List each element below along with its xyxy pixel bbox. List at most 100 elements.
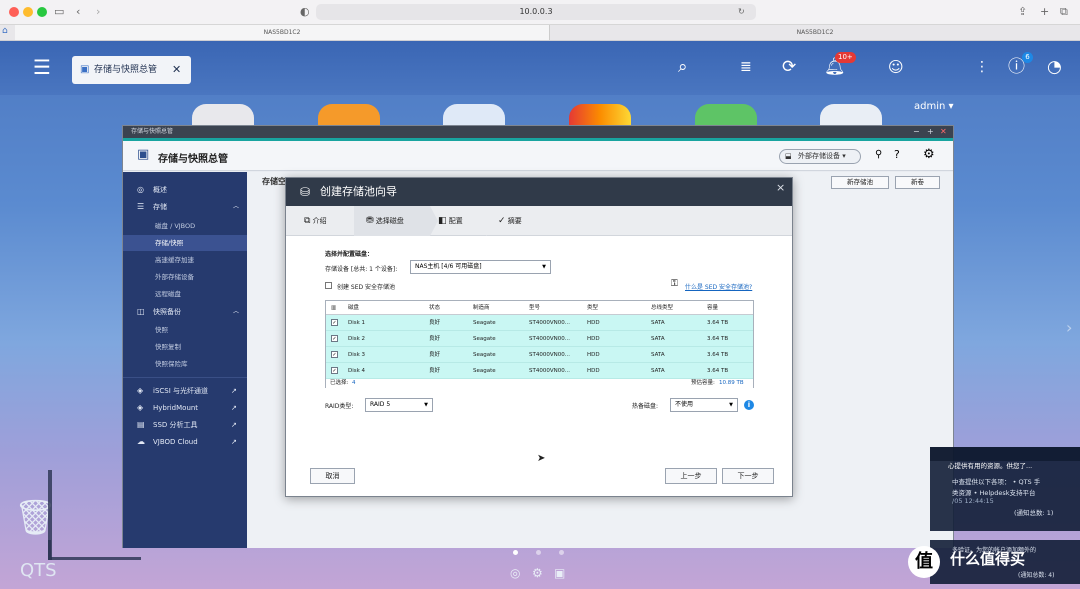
chevron-up-icon[interactable]: ︿ xyxy=(233,304,239,320)
window-close-icon[interactable]: ✕ xyxy=(940,126,947,138)
search-tools-icon[interactable]: ⚲ xyxy=(875,149,882,160)
close-window-dot[interactable] xyxy=(9,7,19,17)
background-tasks-icon[interactable]: ≣ xyxy=(740,55,752,79)
sidebar-item-snapshot-replica[interactable]: 快照复制 xyxy=(123,339,247,355)
sidebar-item-iscsi[interactable]: ◈ iSCSI 与光纤通道 ↗ xyxy=(123,383,247,399)
sidebar-item-cache[interactable]: 高速缓存加速 xyxy=(123,252,247,268)
external-link-icon[interactable]: ↗ xyxy=(231,434,237,450)
previous-button[interactable]: 上一步 xyxy=(665,468,717,484)
sidebar-toggle-icon[interactable]: ▭ xyxy=(54,4,64,20)
dropdown-arrow-icon: ▼ xyxy=(424,402,428,408)
share-icon[interactable]: ⇪ xyxy=(1018,4,1027,20)
info-icon[interactable]: i xyxy=(744,400,754,410)
close-app-tab-icon[interactable]: ✕ xyxy=(172,56,181,84)
page-dot-active[interactable] xyxy=(513,550,518,555)
table-row[interactable]: ✓ Disk 2 良好 Seagate ST4000VN00... HDD SATA 3.64… xyxy=(326,331,753,347)
step-arrow xyxy=(486,206,494,236)
dashboard-icon[interactable]: ◔ xyxy=(1047,55,1062,79)
sed-checkbox[interactable] xyxy=(325,282,332,289)
select-all-icon[interactable]: ▥ xyxy=(331,301,336,315)
step-label: 介绍 xyxy=(312,217,327,225)
dock-tools-icon[interactable]: ⚙ xyxy=(532,566,543,580)
sync-icon[interactable]: ⟳ xyxy=(782,55,796,79)
row-checkbox[interactable]: ✓ xyxy=(331,351,338,358)
settings-gear-icon[interactable]: ⚙ xyxy=(923,147,935,162)
table-cell: Seagate xyxy=(473,320,496,326)
address-bar[interactable]: 10.0.0.3 xyxy=(316,4,756,20)
external-link-icon[interactable]: ↗ xyxy=(231,383,237,399)
reload-icon[interactable]: ↻ xyxy=(738,4,745,20)
more-options-icon[interactable]: ⋮ xyxy=(975,55,989,79)
sidebar-item-storage[interactable]: ☰ 存储 ︿ xyxy=(123,199,247,215)
row-checkbox[interactable]: ✓ xyxy=(331,367,338,374)
wizard-close-icon[interactable]: × xyxy=(776,178,785,198)
notification-panel[interactable]: 心提供有用的资源。供您了... 中查提供以下各项： • QTS 手 类资源 • … xyxy=(930,447,1080,531)
table-cell: SATA xyxy=(651,320,665,326)
home-icon[interactable]: ⌂ xyxy=(2,26,8,36)
maximize-icon[interactable]: + xyxy=(927,126,934,138)
table-cell: 良好 xyxy=(429,352,441,358)
sidebar-item-overview[interactable]: ◎ 概述 xyxy=(123,182,247,198)
dock-apps-icon[interactable]: ▣ xyxy=(554,566,565,580)
sed-help-link[interactable]: 什么是 SED 安全存储池? xyxy=(685,282,752,291)
sidebar-item-snapshots[interactable]: 快照 xyxy=(123,322,247,338)
browser-tab-1[interactable]: NAS5BD1C2 xyxy=(15,25,550,40)
sidebar-item-external[interactable]: 外部存储设备 xyxy=(123,269,247,285)
sidebar-item-hybridmount[interactable]: ◈ HybridMount ↗ xyxy=(123,400,247,416)
content-title: 存储空 xyxy=(262,177,286,186)
external-link-icon[interactable]: ↗ xyxy=(231,400,237,416)
notification-total: (通知总数: 1) xyxy=(1014,509,1054,517)
minimize-window-dot[interactable] xyxy=(23,7,33,17)
sidebar-item-snapshot-vault[interactable]: 快照保险库 xyxy=(123,356,247,372)
next-page-arrow-icon[interactable]: › xyxy=(1066,318,1072,337)
user-avatar-icon[interactable]: ☺ xyxy=(888,55,904,79)
table-cell: 良好 xyxy=(429,336,441,342)
qts-top-bar: ☰ ▣ 存储与快照总管 ✕ ⌕ ≣ ⟳ 🔔︎ ☺ admin ▾ ⋮ ⓘ ◔ xyxy=(0,41,1080,112)
sidebar-item-vjbod-cloud[interactable]: ☁ VJBOD Cloud ↗ xyxy=(123,434,247,450)
next-button[interactable]: 下一步 xyxy=(722,468,774,484)
user-menu[interactable]: admin ▾ xyxy=(914,101,954,112)
sidebar-item-snapshot-backup[interactable]: ◫ 快照备份 ︿ xyxy=(123,304,247,320)
page-dot[interactable] xyxy=(536,550,541,555)
raid-select[interactable]: RAID 5 ▼ xyxy=(365,398,433,412)
app-tab-storage[interactable]: ▣ 存储与快照总管 ✕ xyxy=(72,56,191,84)
tab-overview-icon[interactable]: ⧉ xyxy=(1060,4,1068,20)
table-row[interactable]: ✓ Disk 4 良好 Seagate ST4000VN00... HDD SATA 3.64… xyxy=(326,363,753,379)
wizard-title: 创建存储池向导 xyxy=(320,185,397,198)
help-icon[interactable]: ? xyxy=(894,148,900,161)
hotspare-label: 热备磁盘: xyxy=(632,403,659,410)
watermark-logo: 值 xyxy=(908,546,940,578)
back-icon[interactable]: ‹ xyxy=(76,4,80,20)
sidebar-label: 快照保险库 xyxy=(155,360,188,368)
new-tab-icon[interactable]: + xyxy=(1040,4,1049,20)
sidebar-item-remote-disk[interactable]: 远程磁盘 xyxy=(123,286,247,302)
cancel-button[interactable]: 取消 xyxy=(310,468,355,484)
selected-label: 已选择: xyxy=(330,380,349,386)
sidebar-item-storage-snapshots[interactable]: 存储/快照 xyxy=(123,235,247,251)
row-checkbox[interactable]: ✓ xyxy=(331,319,338,326)
main-menu-icon[interactable]: ☰ xyxy=(33,55,51,79)
external-link-icon[interactable]: ↗ xyxy=(231,417,237,433)
table-cell: SATA xyxy=(651,368,665,374)
forward-icon[interactable]: › xyxy=(96,4,100,20)
new-storage-pool-button[interactable]: 新存储池 xyxy=(831,176,889,189)
zoom-window-dot[interactable] xyxy=(37,7,47,17)
hotspare-select[interactable]: 不使用 ▼ xyxy=(670,398,738,412)
sidebar-item-ssd-profiling[interactable]: ▤ SSD 分析工具 ↗ xyxy=(123,417,247,433)
search-icon[interactable]: ⌕ xyxy=(678,55,688,79)
window-titlebar: 存储与快照总管 − + ✕ xyxy=(123,126,953,138)
row-checkbox[interactable]: ✓ xyxy=(331,335,338,342)
minimize-icon[interactable]: − xyxy=(913,126,920,138)
page-dot[interactable] xyxy=(559,550,564,555)
chevron-up-icon[interactable]: ︿ xyxy=(233,199,239,215)
sidebar-label: 外部存储设备 xyxy=(155,273,194,281)
external-storage-button[interactable]: ⬓ 外部存储设备 ▾ xyxy=(779,149,861,164)
table-row[interactable]: ✓ Disk 3 良好 Seagate ST4000VN00... HDD SATA 3.64… xyxy=(326,347,753,363)
dock-dashboard-icon[interactable]: ◎ xyxy=(510,566,520,580)
browser-tab-2[interactable]: NAS5BD1C2 xyxy=(551,25,1079,40)
sidebar-item-disks[interactable]: 磁盘 / VJBOD xyxy=(123,218,247,234)
table-row[interactable]: ✓ Disk 1 良好 Seagate ST4000VN00... HDD SATA 3.64… xyxy=(326,315,753,331)
device-select[interactable]: NAS主机 [4/6 可用磁盘] ▼ xyxy=(410,260,551,274)
external-storage-label: 外部存储设备 xyxy=(798,152,840,160)
new-volume-button[interactable]: 新卷 xyxy=(895,176,940,189)
